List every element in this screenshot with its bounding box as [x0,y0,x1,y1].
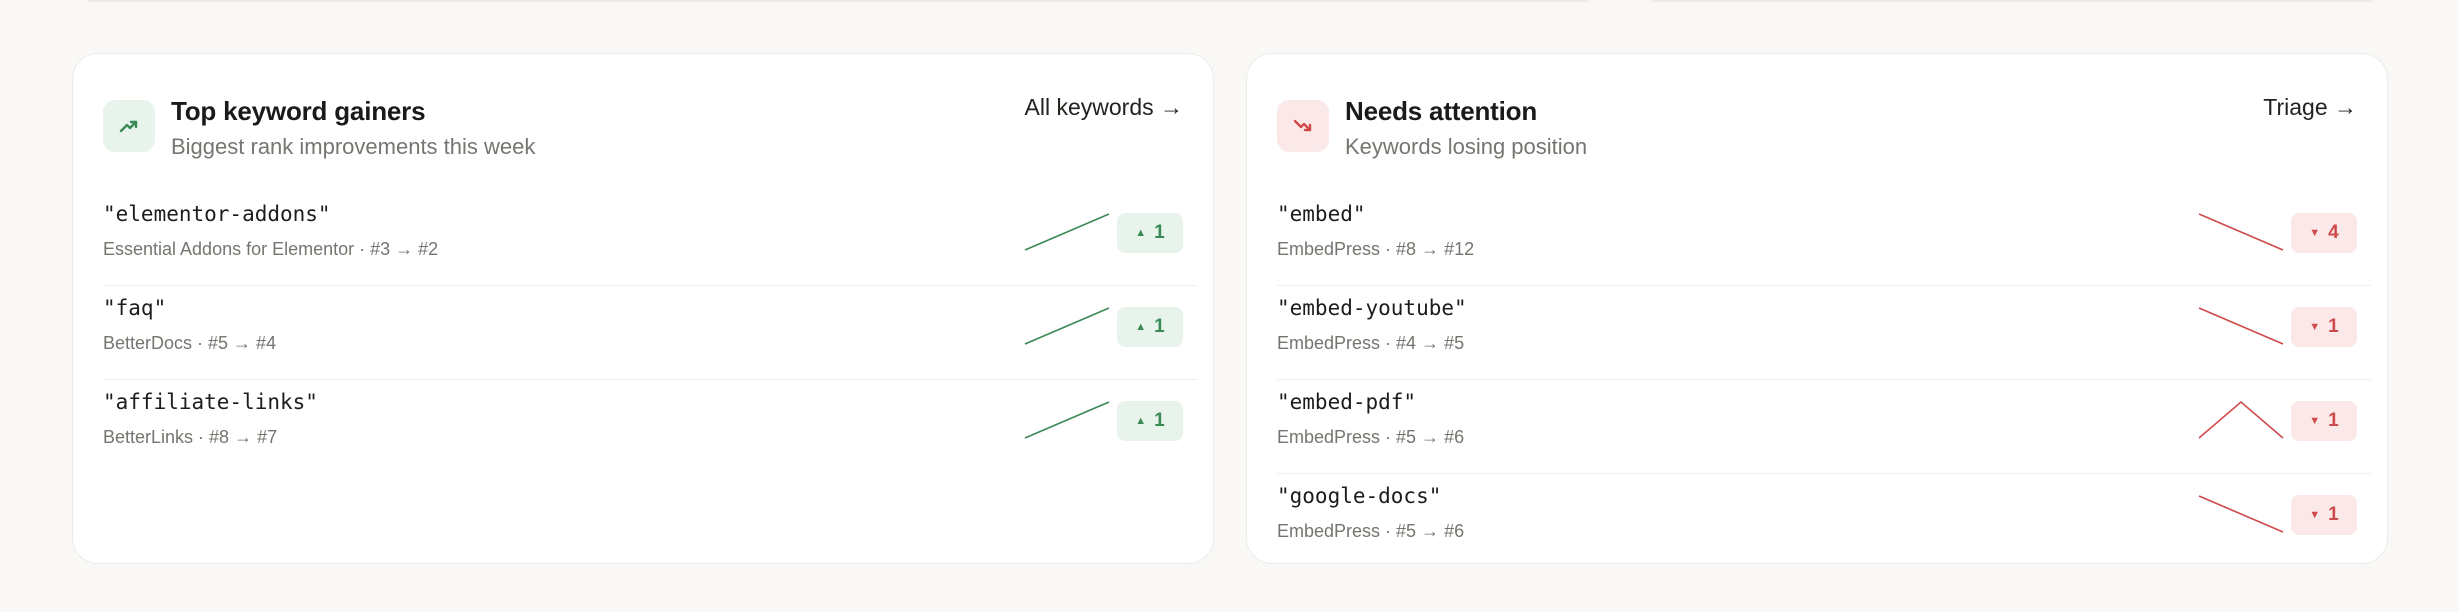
caret-down-icon: ▼ [2309,509,2321,521]
sparkline-line [2198,213,2284,251]
caret-up-icon: ▲ [1135,227,1147,239]
rank-change-value: 1 [2328,410,2339,431]
card-title: Top keyword gainers [171,96,426,126]
rank-sparkline [1024,307,1110,345]
card-title: Needs attention [1345,96,1538,126]
keyword-text: "google-docs" [1277,484,1442,508]
sparkline-line [2198,307,2284,345]
keyword-text: "embed-youtube" [1277,296,1467,320]
previous-section-bottom-left [88,0,1588,2]
caret-down-icon: ▼ [2309,227,2321,239]
attention-list: "embed" EmbedPress · #8 → #12 ▼ 4 "embed-you… [1277,192,2371,568]
trending-down-icon [1277,100,1329,152]
rank-sparkline [2198,495,2284,533]
keyword-meta: EmbedPress · #5 → #6 [1277,427,1465,447]
trending-up-icon [103,100,155,152]
keyword-row[interactable]: "embed-youtube" EmbedPress · #4 → #5 ▼ 1 [1277,286,2371,380]
caret-down-icon: ▼ [2309,321,2321,333]
all-keywords-link[interactable]: All keywords → [1025,94,1183,121]
rank-sparkline [2198,213,2284,251]
triage-link[interactable]: Triage → [2263,94,2357,121]
card-header: Needs attention Keywords losing position… [1277,94,2357,176]
keyword-meta: EmbedPress · #5 → #6 [1277,521,1465,541]
keyword-meta: BetterDocs · #5 → #4 [103,333,277,353]
rank-change-badge: ▼ 4 [2291,213,2357,253]
rank-change-badge: ▲ 1 [1117,307,1183,347]
keyword-text: "elementor-addons" [103,202,331,226]
rank-sparkline [1024,401,1110,439]
card-subtitle: Biggest rank improvements this week [171,134,536,159]
gainers-list: "elementor-addons" Essential Addons for E… [103,192,1197,474]
keyword-meta: Essential Addons for Elementor · #3 → #2 [103,239,439,259]
sparkline-line [1024,401,1110,439]
keyword-text: "embed" [1277,202,1366,226]
keyword-row[interactable]: "google-docs" EmbedPress · #5 → #6 ▼ 1 [1277,474,2371,568]
rank-sparkline [2198,400,2284,439]
rank-change-value: 1 [1154,222,1165,243]
keyword-text: "faq" [103,296,167,320]
rank-change-value: 4 [2328,222,2339,243]
sparkline-line [1024,307,1110,345]
previous-section-bottom-right [1652,0,2372,2]
rank-change-badge: ▼ 1 [2291,307,2357,347]
keyword-meta: EmbedPress · #4 → #5 [1277,333,1465,353]
sparkline-line [2198,495,2284,533]
caret-up-icon: ▲ [1135,321,1147,333]
rank-sparkline [1024,213,1110,251]
rank-change-value: 1 [1154,316,1165,337]
rank-change-badge: ▼ 1 [2291,401,2357,441]
caret-down-icon: ▼ [2309,415,2321,427]
sparkline-line [1024,213,1110,251]
keyword-meta: BetterLinks · #8 → #7 [103,427,278,447]
keyword-row[interactable]: "elementor-addons" Essential Addons for E… [103,192,1197,286]
rank-change-value: 1 [2328,316,2339,337]
rank-change-badge: ▲ 1 [1117,213,1183,253]
rank-change-value: 1 [1154,410,1165,431]
caret-up-icon: ▲ [1135,415,1147,427]
rank-change-badge: ▼ 1 [2291,495,2357,535]
card-subtitle: Keywords losing position [1345,134,1588,159]
keyword-text: "embed-pdf" [1277,390,1417,414]
keyword-row[interactable]: "embed-pdf" EmbedPress · #5 → #6 ▼ 1 [1277,380,2371,474]
rank-sparkline [2198,307,2284,345]
rank-change-badge: ▲ 1 [1117,401,1183,441]
keyword-text: "affiliate-links" [103,390,318,414]
keyword-row[interactable]: "affiliate-links" BetterLinks · #8 → #7 ▲ 1 [103,380,1197,474]
keyword-row[interactable]: "embed" EmbedPress · #8 → #12 ▼ 4 [1277,192,2371,286]
sparkline-line [2198,400,2284,439]
card-header: Top keyword gainers Biggest rank improve… [103,94,1183,176]
keyword-row[interactable]: "faq" BetterDocs · #5 → #4 ▲ 1 [103,286,1197,380]
keyword-meta: EmbedPress · #8 → #12 [1277,239,1475,259]
rank-change-value: 1 [2328,504,2339,525]
top-keyword-gainers-card: Top keyword gainers Biggest rank improve… [72,53,1214,564]
needs-attention-card: Needs attention Keywords losing position… [1246,53,2388,564]
